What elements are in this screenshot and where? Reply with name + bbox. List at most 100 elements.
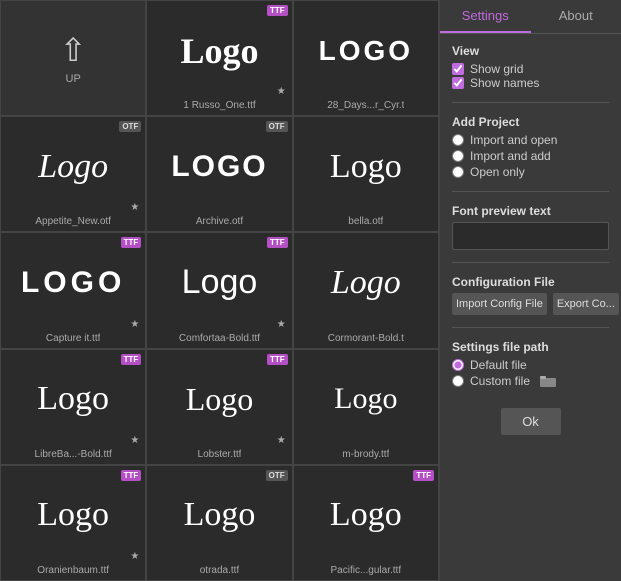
show-grid-label: Show grid bbox=[470, 62, 523, 76]
import-add-radio[interactable] bbox=[452, 150, 464, 162]
font-filename: Archive.otf bbox=[196, 216, 243, 231]
ok-button[interactable]: Ok bbox=[501, 408, 561, 435]
font-filename: Pacific...gular.ttf bbox=[331, 565, 402, 580]
font-grid: ⇧ UP TTF Logo ★ 1 Russo_One.ttf LOGO 28_… bbox=[0, 0, 440, 581]
star-icon: ★ bbox=[130, 319, 139, 330]
up-label: UP bbox=[66, 73, 81, 85]
add-project-section: Add Project Import and open Import and a… bbox=[452, 115, 609, 179]
font-filename: otrada.ttf bbox=[200, 565, 239, 580]
up-arrow-icon: ⇧ bbox=[60, 31, 87, 69]
divider bbox=[452, 262, 609, 263]
font-filename: Lobster.ttf bbox=[198, 449, 242, 464]
font-filename: Capture it.ttf bbox=[46, 333, 100, 348]
tab-about[interactable]: About bbox=[531, 0, 621, 33]
up-button[interactable]: ⇧ UP bbox=[0, 0, 146, 116]
right-panel: Settings About View Show grid Show names… bbox=[440, 0, 621, 581]
font-preview-input[interactable] bbox=[452, 222, 609, 250]
font-preview: Logo bbox=[294, 350, 438, 449]
list-item[interactable]: TTF LOGO ★ Capture it.ttf bbox=[0, 232, 146, 348]
open-only-row: Open only bbox=[452, 165, 609, 179]
font-preview: Logo bbox=[1, 117, 145, 216]
badge-ttf: TTF bbox=[121, 354, 142, 365]
panel-content: View Show grid Show names Add Project Im… bbox=[440, 34, 621, 581]
config-file-section: Configuration File Import Config File Ex… bbox=[452, 275, 609, 315]
config-file-title: Configuration File bbox=[452, 275, 609, 289]
list-item[interactable]: TTF Logo ★ Lobster.ttf bbox=[146, 349, 292, 465]
font-preview: LOGO bbox=[147, 117, 291, 216]
view-section-title: View bbox=[452, 44, 609, 58]
list-item[interactable]: TTF Logo ★ 1 Russo_One.ttf bbox=[146, 0, 292, 116]
font-filename: 28_Days...r_Cyr.t bbox=[327, 100, 404, 115]
badge-ttf: TTF bbox=[267, 5, 288, 16]
font-filename: LibreBa...-Bold.ttf bbox=[35, 449, 112, 464]
star-icon: ★ bbox=[277, 435, 286, 446]
badge-ttf: TTF bbox=[121, 237, 142, 248]
font-preview-section: Font preview text bbox=[452, 204, 609, 250]
import-config-button[interactable]: Import Config File bbox=[452, 293, 547, 315]
show-names-checkbox[interactable] bbox=[452, 77, 464, 89]
divider bbox=[452, 102, 609, 103]
view-section: View Show grid Show names bbox=[452, 44, 609, 90]
import-open-row: Import and open bbox=[452, 133, 609, 147]
badge-otf: OTF bbox=[266, 470, 288, 481]
list-item[interactable]: TTF Logo ★ Oranienbaum.ttf bbox=[0, 465, 146, 581]
list-item[interactable]: Logo m-brody.ttf bbox=[293, 349, 439, 465]
list-item[interactable]: TTF Logo Pacific...gular.ttf bbox=[293, 465, 439, 581]
font-preview-title: Font preview text bbox=[452, 204, 609, 218]
config-file-buttons: Import Config File Export Co... bbox=[452, 293, 609, 315]
tab-bar: Settings About bbox=[440, 0, 621, 34]
badge-ttf: TTF bbox=[413, 470, 434, 481]
add-project-title: Add Project bbox=[452, 115, 609, 129]
show-names-row: Show names bbox=[452, 76, 609, 90]
list-item[interactable]: LOGO 28_Days...r_Cyr.t bbox=[293, 0, 439, 116]
divider bbox=[452, 327, 609, 328]
star-icon: ★ bbox=[130, 202, 139, 213]
badge-ttf: TTF bbox=[121, 470, 142, 481]
font-preview: Logo bbox=[294, 233, 438, 332]
list-item[interactable]: OTF Logo otrada.ttf bbox=[146, 465, 292, 581]
star-icon: ★ bbox=[130, 435, 139, 446]
font-filename: Appetite_New.otf bbox=[35, 216, 111, 231]
badge-otf: OTF bbox=[266, 121, 288, 132]
default-file-radio[interactable] bbox=[452, 359, 464, 371]
list-item[interactable]: OTF LOGO Archive.otf bbox=[146, 116, 292, 232]
font-filename: Oranienbaum.ttf bbox=[37, 565, 109, 580]
tab-settings[interactable]: Settings bbox=[440, 0, 531, 33]
badge-otf: OTF bbox=[119, 121, 141, 132]
import-open-radio[interactable] bbox=[452, 134, 464, 146]
font-filename: 1 Russo_One.ttf bbox=[183, 100, 255, 115]
import-add-label: Import and add bbox=[470, 149, 551, 163]
star-icon: ★ bbox=[277, 319, 286, 330]
show-grid-row: Show grid bbox=[452, 62, 609, 76]
list-item[interactable]: TTF Logo ★ Comfortaa-Bold.ttf bbox=[146, 232, 292, 348]
font-preview: LOGO bbox=[1, 233, 145, 332]
font-preview: LOGO bbox=[294, 1, 438, 100]
font-preview: Logo bbox=[147, 233, 291, 332]
badge-ttf: TTF bbox=[267, 354, 288, 365]
settings-file-title: Settings file path bbox=[452, 340, 609, 354]
list-item[interactable]: TTF Logo ★ LibreBa...-Bold.ttf bbox=[0, 349, 146, 465]
font-filename: bella.otf bbox=[348, 216, 383, 231]
default-file-label: Default file bbox=[470, 358, 527, 372]
custom-file-row: Custom file bbox=[452, 374, 609, 388]
default-file-row: Default file bbox=[452, 358, 609, 372]
import-open-label: Import and open bbox=[470, 133, 557, 147]
font-filename: Cormorant-Bold.t bbox=[328, 333, 404, 348]
custom-file-label: Custom file bbox=[470, 374, 530, 388]
export-config-button[interactable]: Export Co... bbox=[553, 293, 619, 315]
show-names-label: Show names bbox=[470, 76, 539, 90]
list-item[interactable]: Logo Cormorant-Bold.t bbox=[293, 232, 439, 348]
custom-file-radio[interactable] bbox=[452, 375, 464, 387]
badge-ttf: TTF bbox=[267, 237, 288, 248]
open-only-radio[interactable] bbox=[452, 166, 464, 178]
open-only-label: Open only bbox=[470, 165, 525, 179]
list-item[interactable]: OTF Logo ★ Appetite_New.otf bbox=[0, 116, 146, 232]
star-icon: ★ bbox=[277, 86, 286, 97]
show-grid-checkbox[interactable] bbox=[452, 63, 464, 75]
divider bbox=[452, 191, 609, 192]
font-filename: Comfortaa-Bold.ttf bbox=[179, 333, 260, 348]
folder-icon[interactable] bbox=[540, 375, 556, 387]
list-item[interactable]: Logo bella.otf bbox=[293, 116, 439, 232]
font-filename: m-brody.ttf bbox=[342, 449, 389, 464]
font-preview: Logo bbox=[294, 117, 438, 216]
